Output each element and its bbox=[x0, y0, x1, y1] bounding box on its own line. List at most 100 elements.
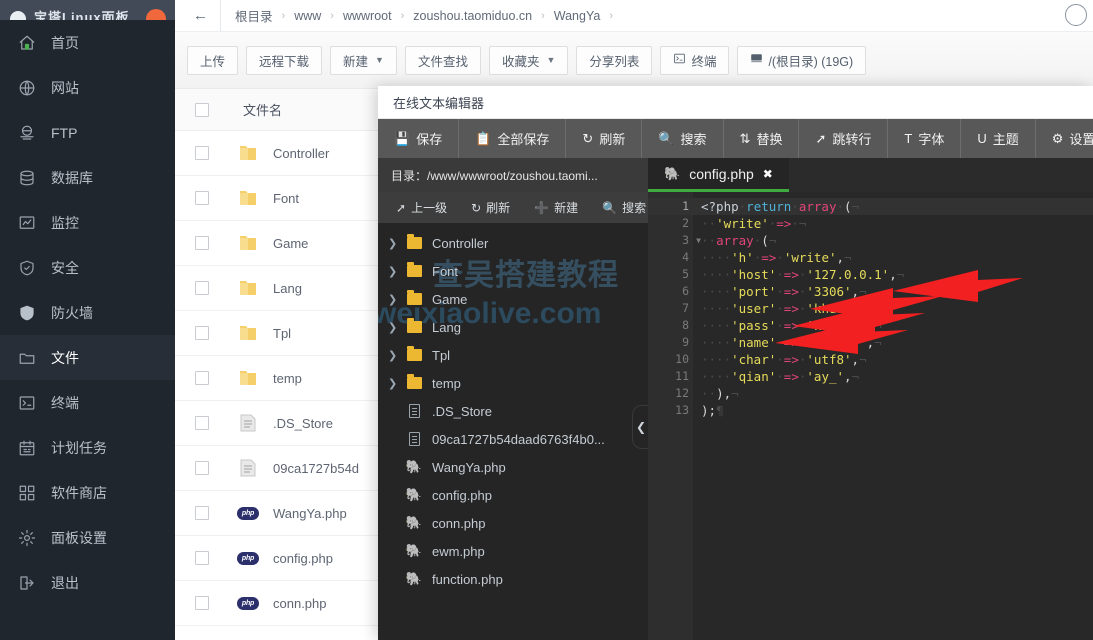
tree-item[interactable]: ❯ temp bbox=[378, 369, 648, 397]
code-editor[interactable]: 1▼2 3▼ 4 5 6 7 8 9 10 11 12 13 <?php·return·array·(… bbox=[648, 192, 1093, 640]
tree-toolbar-button[interactable]: ➚ 上一级 bbox=[384, 199, 459, 216]
code-line: ····'user'·=>·'khddcs',¬ bbox=[701, 301, 882, 316]
sidebar-item-8[interactable]: 终端 bbox=[0, 380, 175, 425]
tree-item[interactable]: ❯ Tpl bbox=[378, 341, 648, 369]
sidebar-item-10[interactable]: 软件商店 bbox=[0, 470, 175, 515]
tree-toolbar-button[interactable]: ➕ 新建 bbox=[522, 199, 590, 216]
editor-toolbar-button[interactable]: ⚙ 设置 bbox=[1036, 119, 1093, 158]
line-number: 8 bbox=[682, 318, 689, 332]
sidebar-item-5[interactable]: 安全 bbox=[0, 245, 175, 290]
sidebar-item-4[interactable]: 监控 bbox=[0, 200, 175, 245]
tree-item[interactable]: 🐘 ewm.php bbox=[378, 537, 648, 565]
editor-tab-config-php[interactable]: 🐘 config.php ✖ bbox=[648, 158, 789, 192]
tree-item[interactable]: ❯ Font bbox=[378, 257, 648, 285]
breadcrumb-segment[interactable]: 根目录 bbox=[235, 6, 273, 25]
editor-toolbar-button[interactable]: 💾 保存 bbox=[378, 119, 460, 158]
refresh-icon: ↻ bbox=[582, 130, 594, 146]
tree-item[interactable]: 09ca1727b54daad6763f4b0... bbox=[378, 425, 648, 453]
notification-badge[interactable] bbox=[146, 9, 166, 20]
sidebar-item-7[interactable]: 文件 bbox=[0, 335, 175, 380]
chevron-right-icon[interactable]: ❯ bbox=[388, 349, 404, 362]
sidebar-item-3[interactable]: 数据库 bbox=[0, 155, 175, 200]
tree-item[interactable]: 🐘 WangYa.php bbox=[378, 453, 648, 481]
toolbar-button[interactable]: 分享列表 bbox=[576, 45, 653, 75]
row-checkbox[interactable] bbox=[195, 191, 209, 205]
close-icon[interactable]: ✖ bbox=[763, 167, 773, 181]
toolbar-button[interactable]: /(根目录) (19G) bbox=[737, 45, 867, 75]
row-checkbox[interactable] bbox=[195, 461, 209, 475]
sidebar-item-6[interactable]: 防火墙 bbox=[0, 290, 175, 335]
toolbar-button[interactable]: 终端 bbox=[660, 45, 730, 75]
editor-toolbar-label: 跳转行 bbox=[832, 132, 872, 147]
tree-item[interactable]: ❯ Lang bbox=[378, 313, 648, 341]
code-line: ····'h'·=>·'write',¬ bbox=[701, 250, 852, 265]
sidebar-logo[interactable]: 宝塔Linux面板 bbox=[0, 0, 175, 20]
tree-item[interactable]: ❯ Controller bbox=[378, 229, 648, 257]
row-checkbox[interactable] bbox=[195, 281, 209, 295]
folder-icon bbox=[237, 323, 259, 343]
editor-toolbar-button[interactable]: U 主题 bbox=[961, 119, 1036, 158]
sidebar-item-label: 终端 bbox=[51, 394, 79, 411]
editor-toolbar-button[interactable]: ➚ 跳转行 bbox=[799, 119, 889, 158]
chevron-left-icon[interactable]: ❮ bbox=[632, 405, 648, 449]
breadcrumb-segment[interactable]: WangYa bbox=[554, 9, 601, 23]
code-line: ····'pass'·=>·'khddcs',¬ bbox=[701, 318, 882, 333]
tree-item[interactable]: 🐘 conn.php bbox=[378, 509, 648, 537]
chevron-right-icon[interactable]: ❯ bbox=[388, 237, 404, 250]
tree-toolbar-button[interactable]: ↻ 刷新 bbox=[459, 199, 522, 216]
row-checkbox[interactable] bbox=[195, 551, 209, 565]
tree-item[interactable]: ❯ Game bbox=[378, 285, 648, 313]
tree-item[interactable]: 🐘 function.php bbox=[378, 565, 648, 593]
toolbar-button-label: 分享列表 bbox=[589, 54, 640, 69]
row-checkbox[interactable] bbox=[195, 371, 209, 385]
editor-toolbar-button[interactable]: ↻ 刷新 bbox=[566, 119, 643, 158]
editor-toolbar-label: 全部保存 bbox=[497, 132, 550, 147]
toolbar-button[interactable]: 收藏夹 ▼ bbox=[488, 45, 569, 75]
breadcrumb-separator-icon: › bbox=[541, 9, 545, 22]
terminal-icon bbox=[16, 392, 38, 414]
sidebar-item-2[interactable]: FTP bbox=[0, 110, 175, 155]
toolbar-button[interactable]: 新建 ▼ bbox=[330, 45, 397, 75]
chevron-right-icon[interactable]: ❯ bbox=[388, 293, 404, 306]
editor-title: 在线文本编辑器 bbox=[378, 86, 1093, 119]
chevron-right-icon[interactable]: ❯ bbox=[388, 377, 404, 390]
tree-item[interactable]: 🐘 config.php bbox=[378, 481, 648, 509]
sidebar-item-0[interactable]: 首页 bbox=[0, 20, 175, 65]
column-header-filename: 文件名 bbox=[243, 103, 283, 118]
sidebar-item-11[interactable]: 面板设置 bbox=[0, 515, 175, 560]
back-arrow-icon[interactable]: ← bbox=[181, 0, 221, 31]
row-checkbox[interactable] bbox=[195, 596, 209, 610]
tree-item[interactable]: .DS_Store bbox=[378, 397, 648, 425]
row-checkbox[interactable] bbox=[195, 416, 209, 430]
breadcrumb-segment[interactable]: www bbox=[294, 9, 321, 23]
sidebar-item-9[interactable]: 计划任务 bbox=[0, 425, 175, 470]
toolbar-button[interactable]: 远程下载 bbox=[246, 45, 323, 75]
folder-icon bbox=[237, 233, 259, 253]
tree-toolbar-button[interactable]: 🔍 搜索 bbox=[590, 199, 648, 216]
row-checkbox[interactable] bbox=[195, 146, 209, 160]
editor-tab-label: config.php bbox=[689, 165, 754, 182]
breadcrumb-segment[interactable]: wwwroot bbox=[343, 9, 392, 23]
row-checkbox[interactable] bbox=[195, 506, 209, 520]
editor-toolbar-label: 替换 bbox=[756, 132, 783, 147]
editor-toolbar-button[interactable]: ⇅ 替换 bbox=[724, 119, 800, 158]
line-number-gutter: 1▼2 3▼ 4 5 6 7 8 9 10 11 12 13 bbox=[648, 192, 701, 640]
row-checkbox[interactable] bbox=[195, 236, 209, 250]
toolbar-button[interactable]: 文件查找 bbox=[404, 45, 481, 75]
code-content[interactable]: <?php·return·array·(¬ ··'write'·=>·¬ ··arr… bbox=[693, 192, 1093, 640]
code-line: ··array·(¬ bbox=[701, 233, 777, 248]
chevron-right-icon[interactable]: ❯ bbox=[388, 321, 404, 334]
toolbar-button[interactable]: 上传 bbox=[187, 45, 239, 75]
sidebar-item-12[interactable]: 退出 bbox=[0, 560, 175, 605]
document-icon bbox=[237, 458, 259, 478]
editor-toolbar-button[interactable]: 🔍 搜索 bbox=[642, 119, 724, 158]
breadcrumb-segment[interactable]: zoushou.taomiduo.cn bbox=[413, 9, 532, 23]
help-circle-icon[interactable] bbox=[1065, 4, 1087, 26]
editor-toolbar-button[interactable]: T 字体 bbox=[888, 119, 962, 158]
row-checkbox[interactable] bbox=[195, 326, 209, 340]
editor-toolbar-button[interactable]: 📋 全部保存 bbox=[459, 119, 567, 158]
tree-item-label: .DS_Store bbox=[432, 403, 492, 419]
chevron-right-icon[interactable]: ❯ bbox=[388, 265, 404, 278]
select-all-checkbox[interactable] bbox=[195, 102, 209, 117]
sidebar-item-1[interactable]: 网站 bbox=[0, 65, 175, 110]
